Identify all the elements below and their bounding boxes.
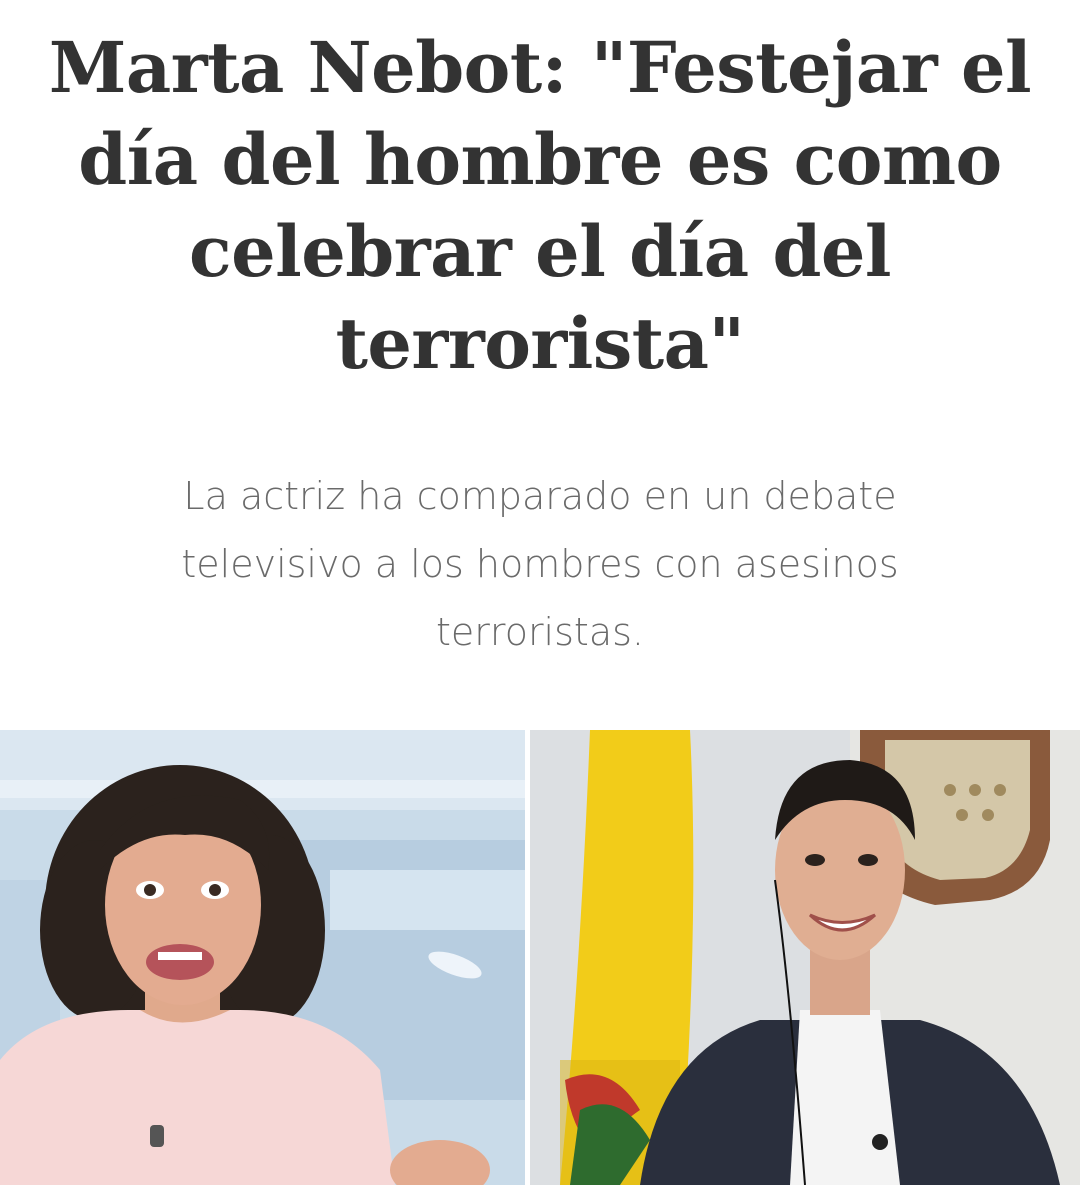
panel-divider [525, 730, 530, 1185]
article-subtitle: La actriz ha comparado en un debate tele… [181, 474, 899, 654]
article-photo[interactable] [0, 730, 1080, 1185]
article-headline: Marta Nebot: "Festejar el día del hombre… [48, 26, 1032, 385]
